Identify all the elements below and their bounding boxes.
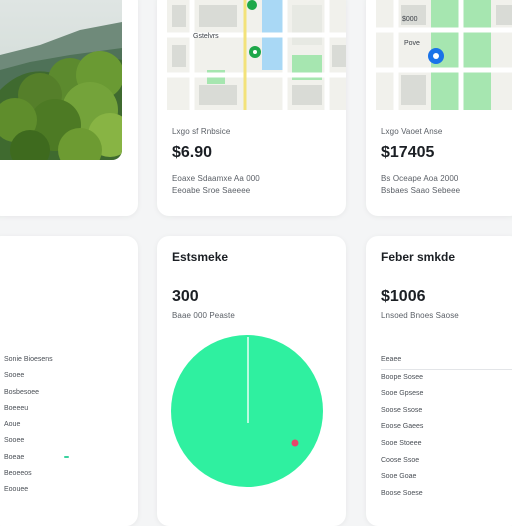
circle-chart: [171, 335, 323, 487]
card-sub: Eoaxe Sdaamxe Aa 000: [172, 174, 260, 183]
card-sub: Lnsoed Bnoes Saose: [381, 311, 459, 320]
map-label-2: Pove: [404, 40, 420, 47]
list-item[interactable]: Soose Ssose: [381, 403, 512, 420]
item-list: Eeaee Boope Sosee Sooe Gpsese Soose Ssos…: [381, 352, 512, 502]
map-card-1[interactable]: Gstelvrs Lxgo sf Rnbsice $6.90 Eoaxe Sda…: [157, 0, 346, 216]
chart-circle: [171, 335, 323, 487]
item-list: Sonie Bioesens Sooee Bosbesoee Boeeeu Ao…: [4, 352, 69, 499]
card-value: $6.90: [172, 144, 213, 161]
map-label: Gstelvrs: [193, 33, 219, 40]
list-item[interactable]: Sooee: [4, 433, 53, 449]
list-item[interactable]: Eoose Gaees: [381, 419, 512, 436]
card-value: $17405: [381, 144, 435, 161]
card-value: 300: [172, 288, 199, 305]
map-label: $000: [402, 16, 418, 23]
list-card: Sonie Bioesens Sooee Bosbesoee Boeeeu Ao…: [0, 236, 138, 526]
card-value: $1006: [381, 288, 426, 305]
status-indicator: [64, 455, 69, 458]
card-title: Estsmeke: [172, 250, 229, 264]
card-title: Feber smkde: [381, 250, 456, 264]
card-label: Lxgo Vaoet Anse: [381, 127, 443, 136]
list-item[interactable]: Aoue: [4, 417, 53, 433]
card-sub: Baae 000 Peaste: [172, 311, 235, 320]
map-view[interactable]: $000 Pove: [376, 0, 512, 110]
list-item[interactable]: Boose Soese: [381, 486, 512, 503]
map-card-2[interactable]: $000 Pove Lxgo Vaoet Anse $17405 Bs Ocea…: [366, 0, 512, 216]
list-item[interactable]: Sooe Goae: [381, 469, 512, 486]
list-item[interactable]: Beoeeos: [4, 466, 53, 482]
landscape-photo-icon: [0, 0, 122, 160]
list-item[interactable]: Sooee: [4, 368, 53, 384]
card-sub-2: Bsbaes Saao Sebeee: [381, 186, 461, 195]
card-sub: Bs Oceape Aoa 2000: [381, 174, 459, 183]
list-item[interactable]: Sooe Gpsese: [381, 386, 512, 403]
list-item[interactable]: Boope Sosee: [381, 370, 512, 387]
summary-card[interactable]: Feber smkde $1006 Lnsoed Bnoes Saose Eea…: [366, 236, 512, 526]
list-item[interactable]: Boeae: [4, 450, 69, 466]
list-item[interactable]: Boeeeu: [4, 401, 53, 417]
landscape-card[interactable]: [0, 0, 138, 216]
list-item[interactable]: Coose Ssoe: [381, 453, 512, 470]
map-view[interactable]: Gstelvrs: [167, 0, 346, 110]
card-label: Lxgo sf Rnbsice: [172, 127, 231, 136]
list-item[interactable]: Sooe Stoeee: [381, 436, 512, 453]
chart-card[interactable]: Estsmeke 300 Baae 000 Peaste: [157, 236, 346, 526]
list-header: Eeaee: [381, 352, 512, 370]
list-item[interactable]: Bosbesoee: [4, 385, 53, 401]
card-sub-2: Eeoabe Sroe Saeeee: [172, 186, 251, 195]
list-item[interactable]: Eoouee: [4, 482, 53, 498]
list-item[interactable]: Sonie Bioesens: [4, 352, 53, 368]
chart-marker[interactable]: [291, 439, 299, 447]
